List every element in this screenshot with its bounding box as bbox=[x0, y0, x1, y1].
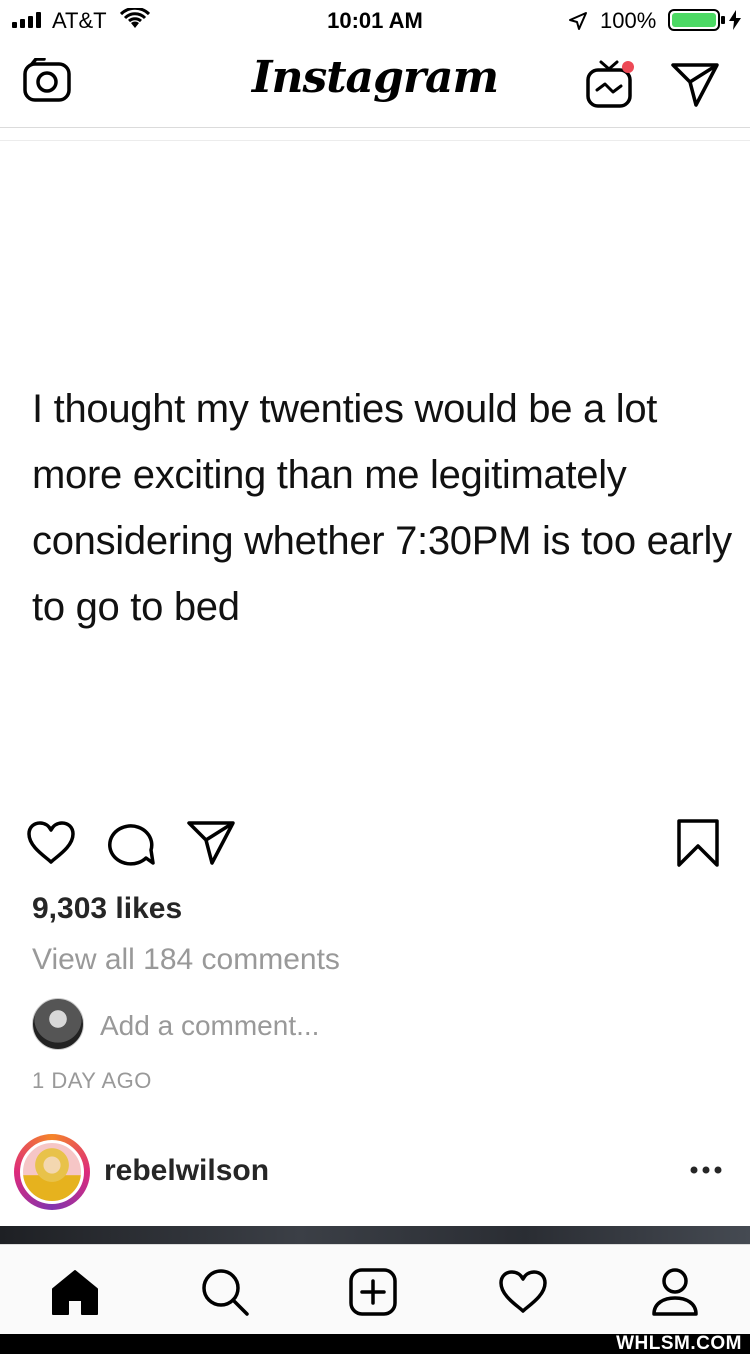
more-options-icon[interactable] bbox=[688, 1160, 724, 1180]
bookmark-icon[interactable] bbox=[676, 818, 720, 868]
home-icon[interactable] bbox=[50, 1267, 100, 1317]
location-arrow-icon bbox=[569, 12, 587, 30]
watermark-text: WHLSM.COM bbox=[616, 1333, 742, 1354]
battery-icon bbox=[668, 9, 725, 31]
search-icon[interactable] bbox=[200, 1267, 250, 1317]
post-image-text: I thought my twenties would be a lot mor… bbox=[32, 387, 732, 629]
watermark-bar: WHLSM.COM bbox=[0, 1334, 750, 1354]
add-post-icon[interactable] bbox=[348, 1267, 398, 1317]
rebelwilson-avatar[interactable] bbox=[20, 1140, 84, 1204]
share-icon[interactable] bbox=[186, 820, 236, 866]
activity-heart-icon[interactable] bbox=[498, 1267, 548, 1317]
next-post-image bbox=[0, 1226, 750, 1244]
add-comment-input[interactable]: Add a comment... bbox=[100, 1010, 319, 1042]
top-nav-bar: Instagram bbox=[0, 40, 750, 128]
comment-bubble-icon[interactable] bbox=[106, 820, 156, 866]
post-username[interactable]: rebelwilson bbox=[104, 1154, 269, 1188]
likes-count[interactable]: 9,303 likes bbox=[32, 892, 182, 926]
like-heart-icon[interactable] bbox=[26, 820, 76, 866]
instagram-logo: Instagram bbox=[251, 52, 499, 103]
bottom-tab-bar bbox=[0, 1244, 750, 1334]
direct-message-icon[interactable] bbox=[670, 62, 720, 108]
profile-icon[interactable] bbox=[650, 1267, 700, 1317]
battery-percent: 100% bbox=[600, 8, 657, 33]
igtv-icon[interactable] bbox=[585, 58, 637, 110]
current-user-avatar bbox=[32, 998, 84, 1050]
view-all-comments-link[interactable]: View all 184 comments bbox=[32, 943, 340, 977]
status-bar: AT&T 10:01 AM 100% bbox=[0, 0, 750, 40]
post-divider bbox=[0, 140, 750, 141]
notification-dot bbox=[622, 61, 634, 73]
post-timestamp: 1 DAY AGO bbox=[32, 1068, 152, 1093]
charging-icon bbox=[729, 10, 741, 30]
